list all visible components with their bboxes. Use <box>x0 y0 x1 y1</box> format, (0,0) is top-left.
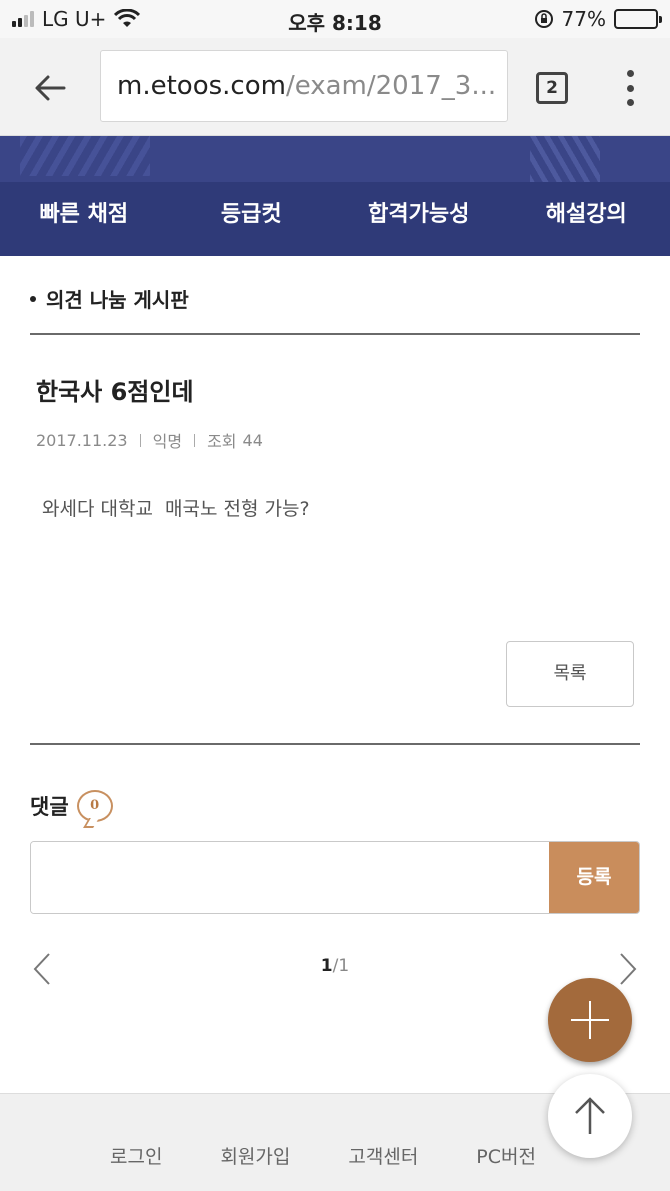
meta-separator <box>139 433 141 447</box>
arrow-up-icon <box>575 1097 605 1134</box>
banner-decoration <box>530 136 600 184</box>
plus-icon[interactable] <box>548 978 632 1062</box>
post-title: 한국사 6점인데 <box>36 378 194 406</box>
comment-count-badge: 0 <box>76 790 113 822</box>
comment-form: 등록 <box>30 841 640 914</box>
chevron-right-icon[interactable] <box>618 952 638 986</box>
browser-toolbar: m.etoos.com/exam/2017_3... 2 <box>0 38 670 136</box>
header-banner <box>0 136 670 184</box>
pager-indicator: 1/1 <box>0 956 670 976</box>
post-date: 2017.11.23 <box>36 430 128 450</box>
nav-item-quick-grading[interactable]: 빠른 채점 <box>0 182 168 256</box>
bullet-icon <box>30 295 36 302</box>
comment-input[interactable] <box>31 842 549 913</box>
comments-label: 댓글 <box>30 795 69 819</box>
banner-decoration <box>20 136 150 176</box>
url-path: /exam/2017_3... <box>285 71 497 101</box>
url-bar[interactable]: m.etoos.com/exam/2017_3... <box>100 50 508 122</box>
post-views: 44 <box>242 430 263 450</box>
post-body: 와세다 대학교 매국노 전형 가능? <box>42 498 310 520</box>
url-host: m.etoos.com <box>117 71 286 101</box>
divider <box>30 333 640 335</box>
tab-count-button[interactable]: 2 <box>536 72 568 104</box>
comment-submit-button[interactable]: 등록 <box>549 842 639 913</box>
nav-item-admission-chance[interactable]: 합격가능성 <box>335 182 503 256</box>
main-nav: 빠른 채점 등급컷 합격가능성 해설강의 <box>0 182 670 256</box>
list-button[interactable]: 목록 <box>506 641 634 707</box>
footer-link-pc-version[interactable]: PC버전 <box>476 1142 536 1169</box>
nav-item-grade-cut[interactable]: 등급컷 <box>168 182 336 256</box>
board-title: 의견 나눔 게시판 <box>30 284 189 313</box>
comments-header: 댓글 0 <box>30 790 113 822</box>
nav-item-lecture[interactable]: 해설강의 <box>503 182 670 256</box>
battery-percent: 77% <box>561 7 606 31</box>
post-author: 익명 <box>152 432 183 451</box>
battery-icon <box>614 9 662 29</box>
post-views-label: 조회 <box>207 432 237 451</box>
footer-link-support[interactable]: 고객센터 <box>348 1142 418 1169</box>
footer-link-signup[interactable]: 회원가입 <box>220 1142 290 1169</box>
more-menu-icon[interactable] <box>624 70 636 106</box>
pager-current: 1 <box>320 956 333 976</box>
post-meta: 2017.11.23 익명 조회 44 <box>36 428 263 452</box>
back-arrow-icon[interactable] <box>30 68 70 108</box>
rotation-lock-icon <box>534 10 553 28</box>
divider <box>30 743 640 745</box>
pager-total: /1 <box>332 956 350 976</box>
status-bar: LG U+ 오후 8:18 77% <box>0 0 670 38</box>
scroll-top-button[interactable] <box>548 1074 632 1158</box>
board-title-text: 의견 나눔 게시판 <box>46 288 189 312</box>
meta-separator <box>194 433 196 447</box>
footer-link-login[interactable]: 로그인 <box>110 1142 162 1169</box>
